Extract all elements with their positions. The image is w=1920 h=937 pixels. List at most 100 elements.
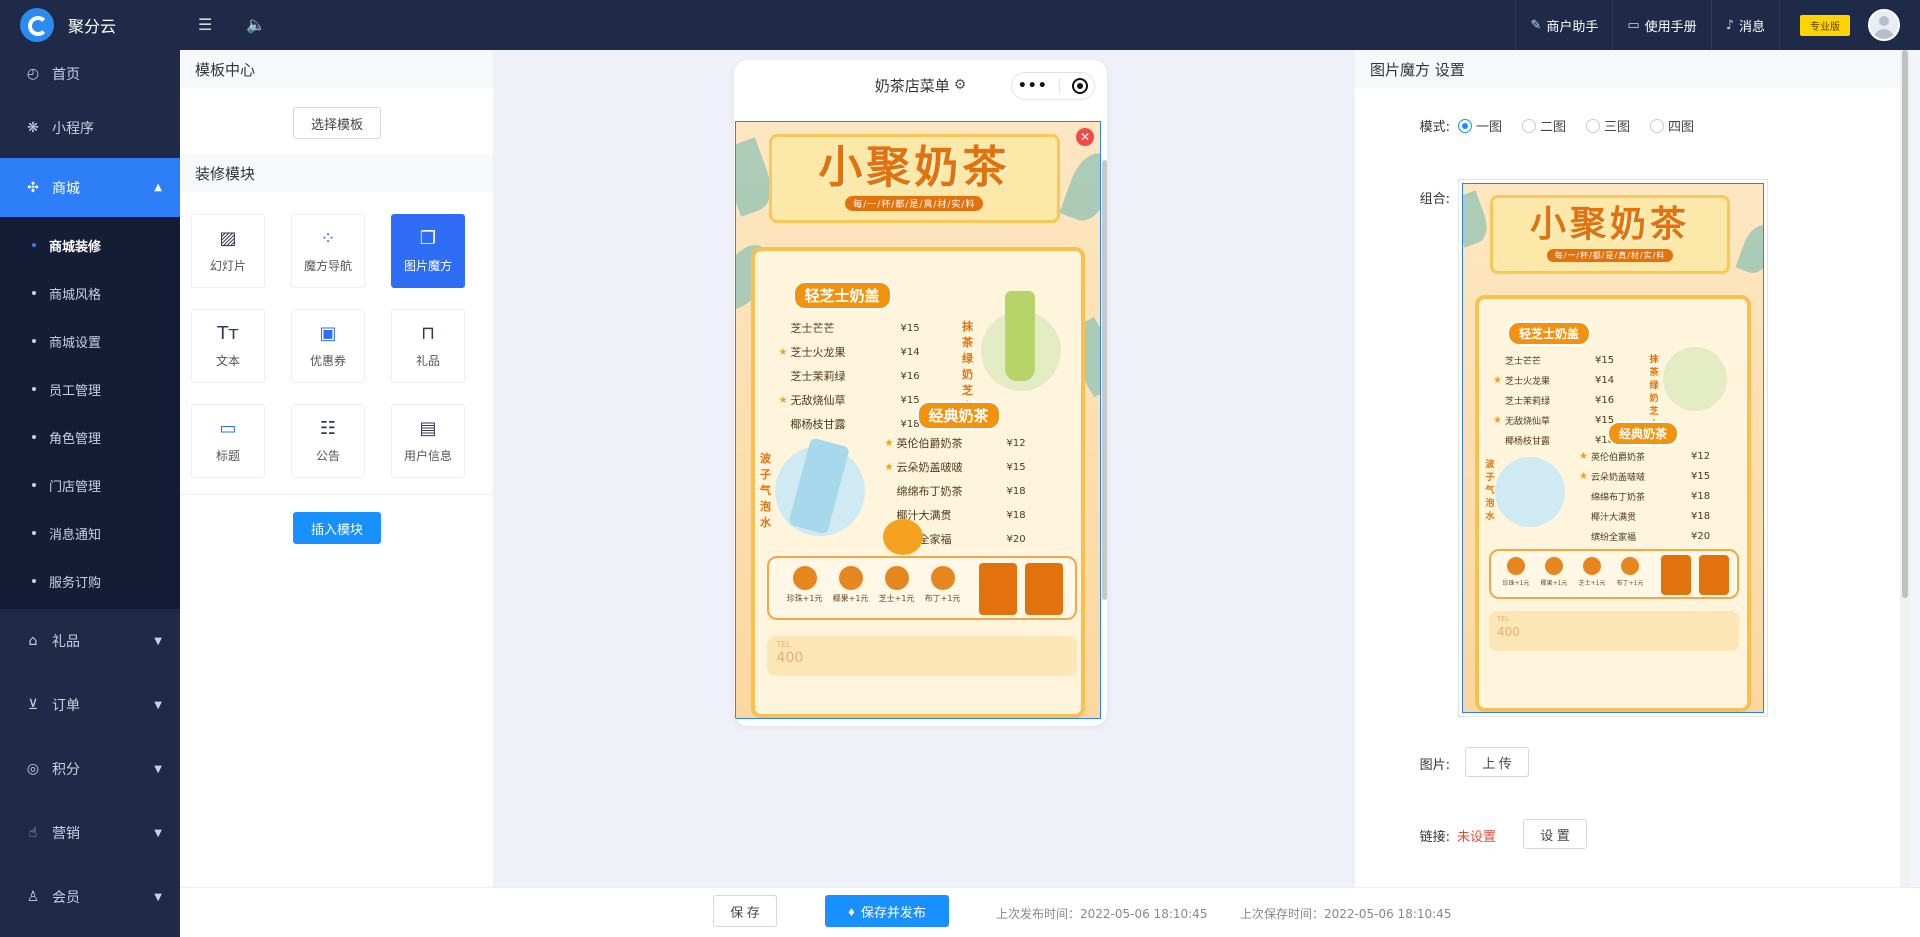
thumb-subtitle: 每/一/杯/都/是/真/材/实/料 [1546, 248, 1674, 262]
upload-button[interactable]: 上 传 [1465, 747, 1529, 777]
module-image-cube[interactable]: ❐ 图片魔方 [391, 214, 465, 288]
user-icon: ♙ [26, 889, 40, 905]
sidebar-item-miniapp[interactable]: ❋ 小程序 [0, 98, 180, 158]
radio-label: 二图 [1540, 120, 1567, 135]
choose-template-button[interactable]: 选择模板 [293, 107, 381, 139]
pro-badge[interactable]: 专业版 [1800, 14, 1850, 36]
text-icon: Tᴛ [217, 322, 239, 344]
sidebar-item-marketing[interactable]: ☝ 营销 ▼ [0, 801, 180, 865]
sidebar-subitem-notifications[interactable]: 消息通知 [0, 509, 180, 557]
thumb-tel-value: 400 [1497, 624, 1520, 639]
star-icon: ★ [884, 461, 894, 473]
chevron-down-icon: ▼ [154, 763, 162, 775]
sidebar-subitem-label: 消息通知 [49, 527, 102, 543]
sidebar-subitem-subscription[interactable]: 服务订购 [0, 557, 180, 605]
speaker-icon[interactable]: 🔈 [246, 15, 266, 34]
logo[interactable]: 聚分云 [0, 0, 180, 50]
avatar[interactable] [1868, 9, 1900, 41]
combo-cell-selected[interactable]: 小聚奶茶 每/一/杯/都/是/真/材/实/料 轻芝士奶盖 芝士芒芒 ¥15 ★ 芝士… [1462, 183, 1764, 713]
leaf-decoration [1463, 190, 1493, 248]
radio-icon [1458, 118, 1472, 133]
sidebar-subitem-roles[interactable]: 角色管理 [0, 413, 180, 461]
matcha-cup [1004, 291, 1035, 382]
sidebar-item-home[interactable]: ◴ 首页 [0, 50, 180, 98]
topping-item: 珍珠+1元 [787, 566, 823, 604]
mode-radio-two[interactable]: 二图 [1522, 116, 1566, 135]
module-cube-nav[interactable]: ⁘ 魔方导航 [291, 214, 365, 288]
module-title[interactable]: ▭ 标题 [191, 404, 265, 478]
sidebar-subitem-decoration[interactable]: 商城装修 [0, 221, 180, 269]
module-coupon[interactable]: ▣ 优惠券 [291, 309, 365, 383]
mode-radio-one[interactable]: 一图 [1458, 116, 1502, 135]
link-label: 链接: [1419, 830, 1450, 845]
sidebar-item-points[interactable]: ◎ 积分 ▼ [0, 737, 180, 801]
merchant-assistant-link[interactable]: ✎ 商户助手 [1515, 0, 1612, 50]
vertical-label: 波子气泡水 [760, 452, 772, 530]
bullet-icon [32, 579, 36, 583]
manual-link[interactable]: ▭ 使用手册 [1612, 0, 1710, 50]
image-cube-block[interactable]: ✕ 小聚奶茶 每/一/杯/都/是/真/材/实/料 轻芝士奶盖 芝士芒芒 ¥15 ★… [735, 121, 1101, 719]
topping-item: 椰果+1元 [833, 566, 869, 604]
settings-panel: 图片魔方 设置 模式: 一图 二图 三图 四图 组合: 小聚奶茶 每/一/杯/都… [1355, 50, 1910, 887]
sidebar-subitem-label: 角色管理 [49, 431, 102, 447]
cart-icon: ⊻ [27, 697, 39, 713]
poster-subtitle: 每/一/杯/都/是/真/材/实/料 [845, 196, 984, 212]
mode-label: 模式: [1419, 120, 1450, 135]
chevron-down-icon: ▼ [154, 891, 162, 903]
module-label: 用户信息 [403, 448, 452, 463]
thumb-tel-bar: TEL 400 [1489, 610, 1739, 651]
sidebar-item-gifts[interactable]: ⌂ 礼品 ▼ [0, 609, 180, 673]
sidebar-subitem-style[interactable]: 商城风格 [0, 269, 180, 317]
settings-scrollbar[interactable] [1900, 50, 1910, 887]
messages-link[interactable]: ♪ 消息 [1710, 0, 1779, 50]
module-slideshow[interactable]: ▨ 幻灯片 [191, 214, 265, 288]
insert-module-button[interactable]: 插入模块 [293, 512, 381, 544]
mode-radio-four[interactable]: 四图 [1650, 116, 1694, 135]
topping-box [978, 563, 1017, 616]
image-icon: ▨ [219, 227, 237, 249]
menu-toggle-icon[interactable]: ☰ [198, 15, 212, 34]
sidebar-item-mall[interactable]: ✣ 商城 ▲ [0, 158, 180, 217]
image-label: 图片: [1419, 758, 1450, 773]
module-notice[interactable]: ☷ 公告 [291, 404, 365, 478]
save-button[interactable]: 保 存 [713, 895, 777, 927]
module-label: 魔方导航 [303, 258, 352, 273]
radio-label: 一图 [1476, 120, 1503, 135]
sidebar-item-label: 订单 [52, 698, 80, 714]
thumb-title: 小聚奶茶 [1529, 203, 1690, 245]
menu-row: ★ 云朵奶盖啵啵 ¥15 [884, 461, 1026, 475]
merchant-assistant-label: 商户助手 [1546, 19, 1599, 35]
toppings-bar: 珍珠+1元 椰果+1元 芝士+1元 布丁+1元 [766, 556, 1077, 621]
sidebar-item-members[interactable]: ♙ 会员 ▼ [0, 865, 180, 929]
radio-icon [1522, 118, 1537, 133]
mic-icon: ♦ [848, 903, 855, 919]
sidebar-item-orders[interactable]: ⊻ 订单 ▼ [0, 673, 180, 737]
sidebar-subitem-staff[interactable]: 员工管理 [0, 365, 180, 413]
mode-radio-three[interactable]: 三图 [1586, 116, 1630, 135]
sidebar-subitem-settings[interactable]: 商城设置 [0, 317, 180, 365]
more-icon[interactable]: ••• [1018, 78, 1048, 94]
manual-label: 使用手册 [1644, 19, 1697, 35]
sidebar-item-label: 礼品 [52, 634, 80, 650]
sidebar-subitem-stores[interactable]: 门店管理 [0, 461, 180, 509]
module-text[interactable]: Tᴛ 文本 [191, 309, 265, 383]
close-target-icon[interactable] [1072, 78, 1089, 94]
module-gift[interactable]: ⊓ 礼品 [391, 309, 465, 383]
tel-value: 400 [776, 650, 804, 667]
account-area: 专业版 [1779, 0, 1920, 50]
section-title-classic: 经典奶茶 [916, 401, 1001, 431]
phone-scrollbar[interactable] [1102, 160, 1107, 600]
module-user-info[interactable]: ▤ 用户信息 [391, 404, 465, 478]
save-publish-button[interactable]: ♦ 保存并发布 [825, 895, 949, 927]
thumb-sign: 小聚奶茶 每/一/杯/都/是/真/材/实/料 [1490, 194, 1730, 274]
gear-icon[interactable]: ⚙ [954, 77, 967, 93]
template-center-title: 模板中心 [180, 50, 493, 88]
sidebar-subitem-label: 服务订购 [49, 575, 102, 591]
shop-icon: ✣ [27, 179, 39, 196]
close-icon[interactable]: ✕ [1076, 128, 1094, 146]
set-link-button[interactable]: 设 置 [1523, 819, 1587, 849]
chevron-down-icon: ▼ [154, 827, 162, 839]
leaf-decoration [1735, 220, 1763, 278]
phone-preview: 奶茶店菜单 ⚙ ••• ✕ 小聚奶茶 每/一/杯/都/是/真/材/实/料 轻芝士… [734, 60, 1107, 726]
bell-icon: ♪ [1725, 17, 1734, 33]
